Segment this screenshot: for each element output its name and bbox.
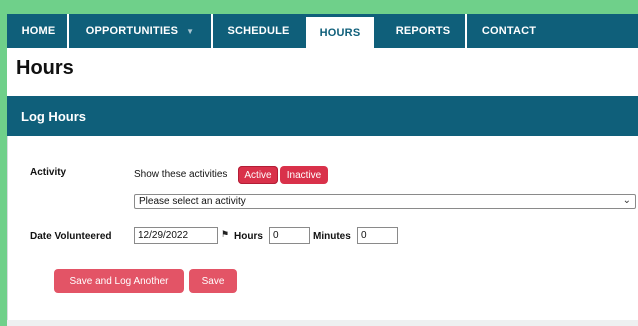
tab-hours[interactable]: HOURS — [305, 14, 375, 48]
activity-label: Activity — [30, 167, 67, 178]
tab-hours-label: HOURS — [319, 26, 361, 39]
page-title: Hours — [16, 57, 74, 79]
activity-select-value: Please select an activity — [139, 196, 246, 207]
save-label: Save — [201, 275, 225, 287]
tab-reports[interactable]: REPORTS — [381, 14, 465, 48]
page: HOME OPPORTUNITIES ▼ SCHEDULE HOURS REPO… — [7, 0, 638, 326]
panel-heading: Log Hours — [7, 96, 638, 136]
date-volunteered-label: Date Volunteered — [30, 231, 112, 242]
filter-inactive-button[interactable]: Inactive — [280, 166, 328, 184]
filter-inactive-label: Inactive — [286, 169, 322, 181]
minutes-input[interactable] — [357, 227, 398, 244]
tab-schedule-label: SCHEDULE — [227, 25, 290, 37]
tab-home[interactable]: HOME — [10, 14, 67, 48]
minutes-label: Minutes — [313, 231, 351, 242]
caret-down-icon: ▼ — [186, 26, 195, 36]
save-and-log-another-label: Save and Log Another — [69, 275, 169, 287]
tab-contact[interactable]: CONTACT — [465, 14, 551, 48]
hours-label: Hours — [234, 231, 263, 242]
flag-icon[interactable]: ⚑ — [221, 229, 229, 240]
tab-reports-label: REPORTS — [395, 25, 451, 37]
panel-heading-label: Log Hours — [21, 108, 86, 124]
chevron-down-icon: ⌄ — [622, 195, 631, 206]
filter-active-label: Active — [244, 169, 272, 181]
activity-filter-text: Show these activities — [134, 169, 228, 180]
activity-select[interactable]: Please select an activity ⌄ — [134, 194, 636, 209]
panel-footer — [7, 320, 638, 326]
save-button[interactable]: Save — [189, 269, 237, 293]
tab-opportunities[interactable]: OPPORTUNITIES ▼ — [67, 14, 211, 48]
save-and-log-another-button[interactable]: Save and Log Another — [54, 269, 184, 293]
hours-input[interactable] — [269, 227, 310, 244]
tab-schedule[interactable]: SCHEDULE — [211, 14, 304, 48]
tab-contact-label: CONTACT — [481, 25, 537, 37]
tab-opportunities-label: OPPORTUNITIES — [85, 25, 179, 37]
filter-active-button[interactable]: Active — [238, 166, 278, 184]
date-volunteered-input[interactable] — [134, 227, 218, 244]
tab-home-label: HOME — [21, 25, 56, 37]
